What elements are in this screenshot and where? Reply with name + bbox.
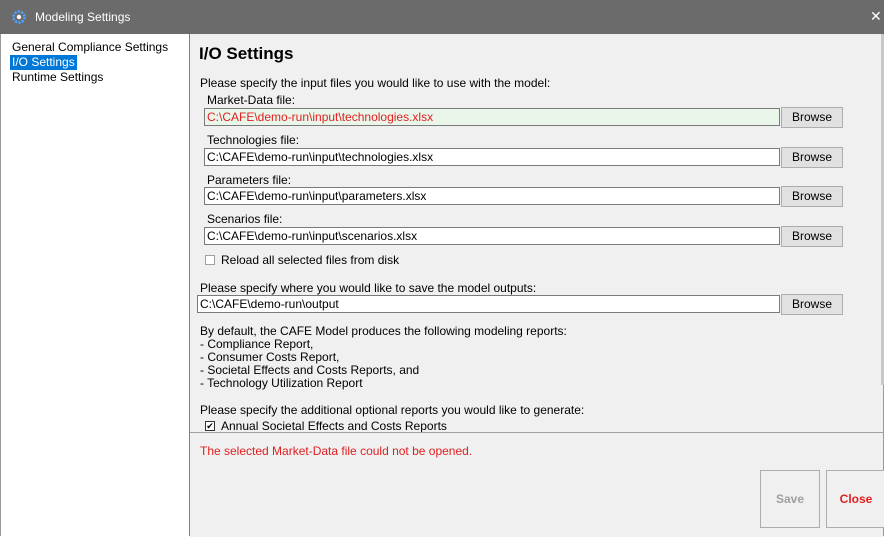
scenarios-label: Scenarios file: <box>207 212 283 226</box>
save-button[interactable]: Save <box>760 470 820 528</box>
parameters-label: Parameters file: <box>207 173 292 187</box>
error-message: The selected Market-Data file could not … <box>200 444 473 458</box>
window-title: Modeling Settings <box>35 10 131 24</box>
nav-item-general-compliance[interactable]: General Compliance Settings <box>10 40 185 55</box>
technologies-field[interactable]: C:\CAFE\demo-run\input\technologies.xlsx <box>204 148 780 166</box>
nav-item-io-settings[interactable]: I/O Settings <box>10 55 77 70</box>
parameters-field[interactable]: C:\CAFE\demo-run\input\parameters.xlsx <box>204 187 780 205</box>
gear-icon <box>12 10 26 24</box>
reload-files-checkbox[interactable] <box>205 255 215 265</box>
annual-effects-checkbox[interactable]: ✔ <box>205 421 215 431</box>
page-title: I/O Settings <box>199 44 294 63</box>
settings-nav: General Compliance Settings I/O Settings… <box>10 40 185 85</box>
default-reports-intro: By default, the CAFE Model produces the … <box>200 324 567 338</box>
close-button[interactable]: Close <box>826 470 884 528</box>
market-data-label: Market-Data file: <box>207 93 296 107</box>
scenarios-browse-button[interactable]: Browse <box>781 226 843 247</box>
output-folder-field[interactable]: C:\CAFE\demo-run\output <box>197 295 780 313</box>
technologies-browse-button[interactable]: Browse <box>781 147 843 168</box>
window-border <box>0 34 1 536</box>
technologies-label: Technologies file: <box>207 133 300 147</box>
report-list-item: - Consumer Costs Report, <box>200 350 340 364</box>
parameters-browse-button[interactable]: Browse <box>781 186 843 207</box>
window-close-icon[interactable]: ✕ <box>870 8 882 25</box>
status-panel: The selected Market-Data file could not … <box>190 432 884 537</box>
nav-item-runtime-settings[interactable]: Runtime Settings <box>10 70 185 85</box>
scenarios-field[interactable]: C:\CAFE\demo-run\input\scenarios.xlsx <box>204 227 780 245</box>
report-list-item: - Societal Effects and Costs Reports, an… <box>200 363 420 377</box>
annual-effects-label: Annual Societal Effects and Costs Report… <box>221 419 447 432</box>
input-files-prompt: Please specify the input files you would… <box>200 76 551 90</box>
report-list-item: - Technology Utilization Report <box>200 376 363 390</box>
report-list-item: - Compliance Report, <box>200 337 314 351</box>
reload-files-label: Reload all selected files from disk <box>221 253 400 267</box>
optional-reports-prompt: Please specify the additional optional r… <box>200 403 585 417</box>
io-settings-panel: I/O Settings Please specify the input fi… <box>190 34 883 432</box>
output-browse-button[interactable]: Browse <box>781 294 843 315</box>
market-data-field[interactable]: C:\CAFE\demo-run\input\technologies.xlsx <box>204 108 780 126</box>
market-data-browse-button[interactable]: Browse <box>781 107 843 128</box>
output-prompt: Please specify where you would like to s… <box>200 281 537 295</box>
title-bar: Modeling Settings ✕ <box>0 0 884 34</box>
